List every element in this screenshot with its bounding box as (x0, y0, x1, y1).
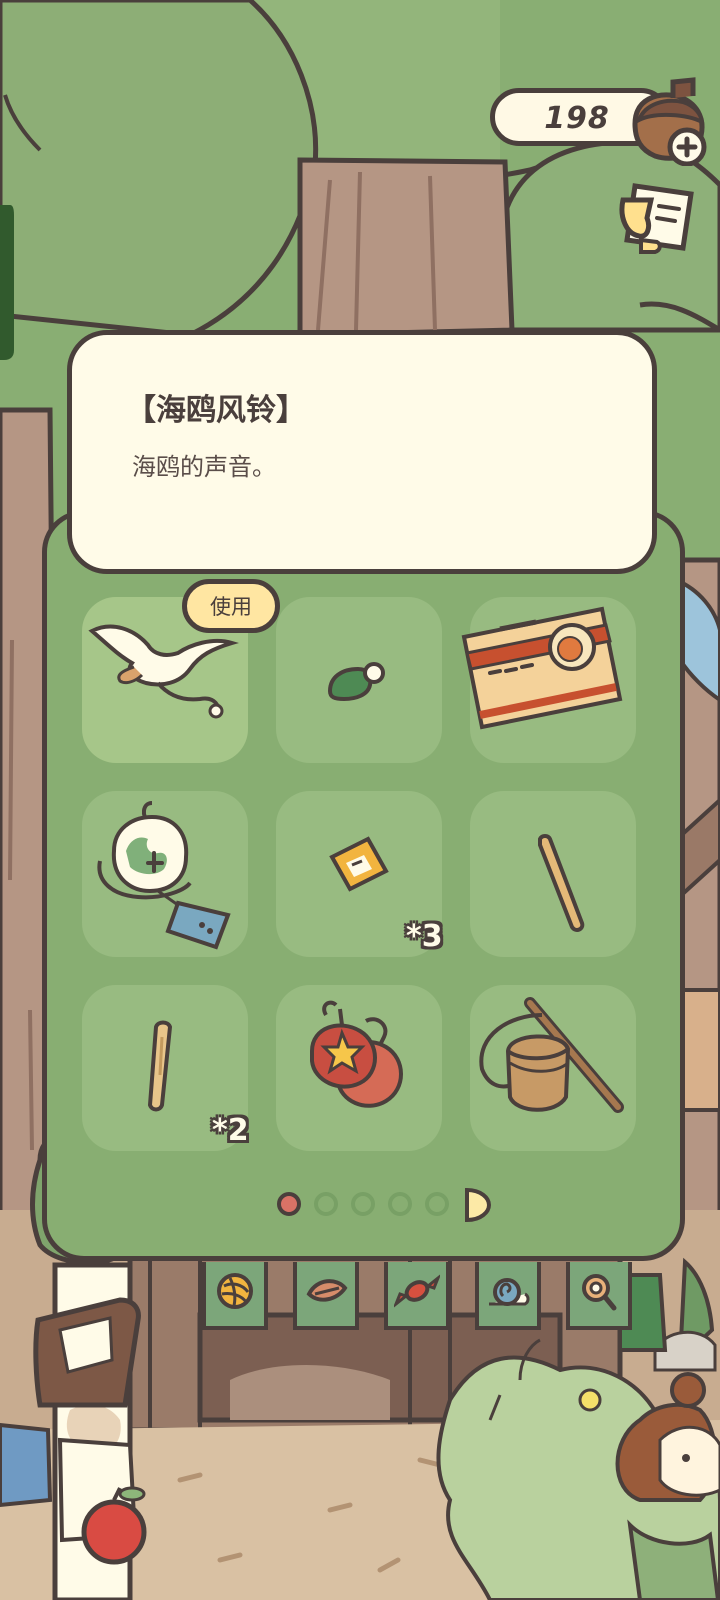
gift-box-icon (461, 606, 623, 730)
inventory-slot-6[interactable] (470, 791, 636, 957)
item-description: 海鸥的声音。 (132, 453, 276, 481)
tab-yarn[interactable] (202, 1262, 268, 1330)
inventory-slot-3[interactable] (461, 597, 636, 763)
inventory-slot-4[interactable] (82, 791, 248, 957)
inventory-slot-9[interactable] (470, 985, 636, 1151)
magnifier-icon (582, 1274, 617, 1311)
page-dot-1[interactable] (277, 1192, 301, 1216)
page-dot-2[interactable] (314, 1192, 338, 1216)
mail-icon (619, 183, 694, 254)
tab-snail[interactable] (475, 1262, 541, 1330)
stick-icon (538, 834, 585, 932)
inventory-slot-2[interactable] (276, 597, 442, 763)
page-dot-3[interactable] (351, 1192, 375, 1216)
use-item-button[interactable]: 使用 (182, 579, 280, 633)
game-scene: 198 【海鸥风铃】 海鸥的声音。 *3 *2 使用 (0, 0, 720, 1600)
next-page-arrow-icon[interactable] (463, 1186, 491, 1224)
tab-magnifier[interactable] (566, 1262, 632, 1330)
item-detail-card: 【海鸥风铃】 海鸥的声音。 (67, 330, 657, 574)
green-hat-icon (327, 662, 385, 702)
page-dot-4[interactable] (388, 1192, 412, 1216)
acorn-bucket-icon (479, 997, 624, 1113)
leaf-icon (306, 1279, 348, 1302)
page-dot-5[interactable] (425, 1192, 449, 1216)
item-count: *2 (212, 1113, 249, 1148)
plus-icon (667, 127, 707, 166)
candy-icon (394, 1274, 440, 1308)
item-title: 【海鸥风铃】 (126, 393, 306, 428)
clover-count: 198 (544, 101, 610, 136)
glass-wind-chime-icon (97, 801, 231, 950)
page-indicator (277, 1183, 497, 1227)
use-item-label: 使用 (210, 595, 252, 619)
yarn-ball-icon (217, 1273, 253, 1309)
item-count: *3 (406, 919, 443, 954)
yo-yo-icon (310, 1000, 403, 1108)
tab-candy[interactable] (384, 1262, 450, 1330)
inventory-slot-7[interactable]: *2 (82, 985, 249, 1151)
inventory-slot-5[interactable]: *3 (276, 791, 443, 957)
snail-icon (489, 1278, 530, 1306)
inventory-slot-8[interactable] (276, 985, 442, 1151)
add-currency-button[interactable] (627, 74, 713, 166)
mail-button[interactable] (617, 178, 705, 258)
tab-leaf[interactable] (293, 1262, 359, 1330)
